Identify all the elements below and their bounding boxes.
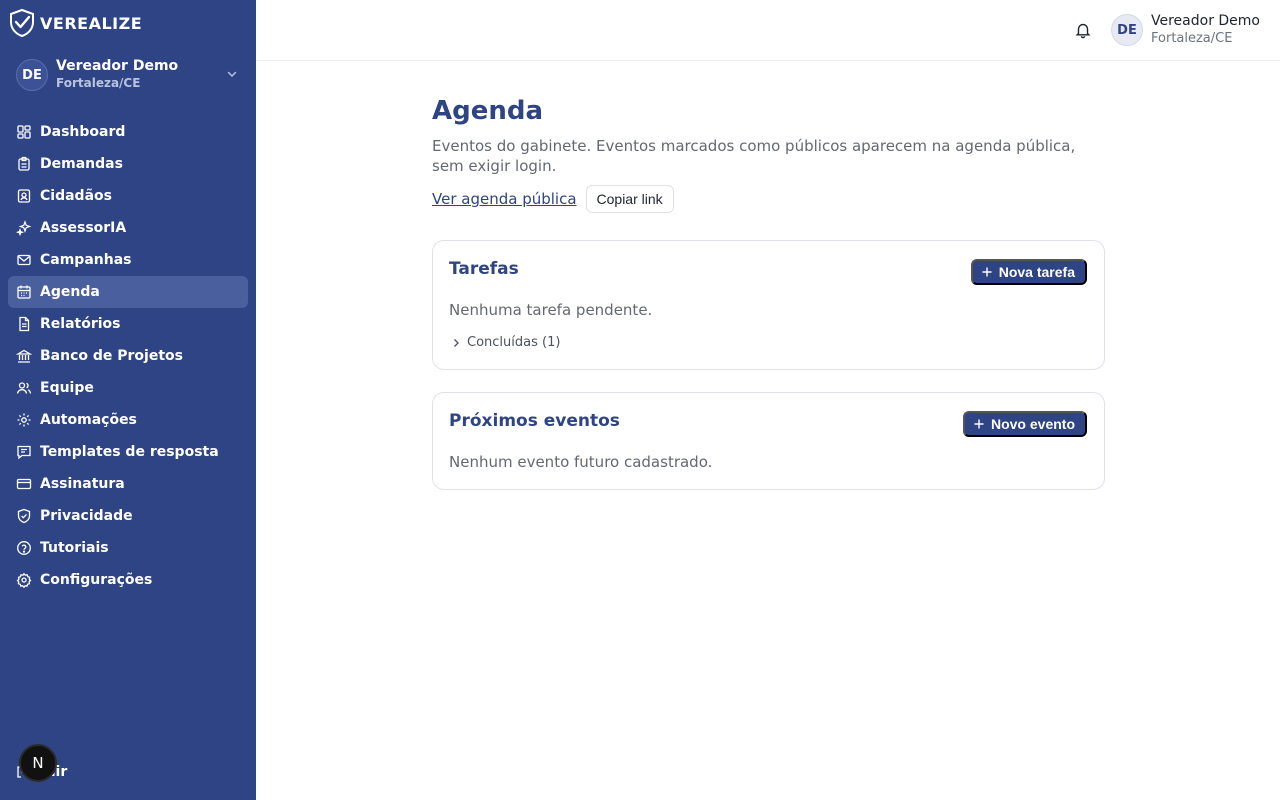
clipboard-icon xyxy=(18,156,30,171)
avatar[interactable]: DE xyxy=(1111,14,1143,46)
plus-icon xyxy=(974,419,984,429)
header-user-info[interactable]: Vereador Demo Fortaleza/CE xyxy=(1151,12,1260,48)
plus-icon xyxy=(982,267,992,277)
events-card: Próximos eventos Novo evento Nenhum even… xyxy=(432,392,1105,490)
sidebar: VEREALIZE DE Vereador Demo Fortaleza/CE … xyxy=(0,0,256,800)
users-icon xyxy=(16,382,32,394)
sidebar-item-label: Privacidade xyxy=(40,508,133,524)
report-icon xyxy=(19,316,30,332)
completed-tasks-label: Concluídas (1) xyxy=(467,335,561,350)
page-title: Agenda xyxy=(432,96,544,126)
sidebar-nav: Dashboard Demandas Cidadãos AssessorIA C… xyxy=(8,116,248,596)
account-text: Vereador Demo Fortaleza/CE xyxy=(56,58,178,92)
sidebar-item-templates-de-resposta[interactable]: Templates de resposta xyxy=(8,436,248,468)
sidebar-item-label: Configurações xyxy=(40,572,153,588)
copy-link-button[interactable]: Copiar link xyxy=(585,185,674,213)
bell-icon[interactable] xyxy=(1074,21,1092,39)
sidebar-item-label: Demandas xyxy=(40,156,123,172)
sidebar-item-privacidade[interactable]: Privacidade xyxy=(8,500,248,532)
settings-icon xyxy=(16,572,32,588)
new-event-label: Novo evento xyxy=(990,416,1075,432)
page-description: Eventos do gabinete. Eventos marcados co… xyxy=(432,137,1076,175)
account-name: Vereador Demo xyxy=(56,58,179,74)
sidebar-item-label: Cidadãos xyxy=(40,188,112,204)
sparkles-icon xyxy=(16,220,32,236)
sidebar-item-label: Assinatura xyxy=(40,476,125,492)
brand-shield-icon xyxy=(10,8,34,38)
sidebar-item-label: Templates de resposta xyxy=(40,444,219,460)
tasks-title: Tarefas xyxy=(449,259,519,279)
sidebar-item-label: AssessorIA xyxy=(40,220,127,236)
cog-icon xyxy=(17,413,31,427)
message-icon xyxy=(17,445,31,460)
sidebar-item-campanhas[interactable]: Campanhas xyxy=(8,244,248,276)
sidebar-item-label: Relatórios xyxy=(40,316,121,332)
account-switcher[interactable]: DE Vereador Demo Fortaleza/CE xyxy=(16,56,244,94)
sidebar-item-dashboard[interactable]: Dashboard xyxy=(8,116,248,148)
sidebar-item-cidadaos[interactable]: Cidadãos xyxy=(8,180,248,212)
sidebar-item-banco-de-projetos[interactable]: Banco de Projetos xyxy=(8,340,248,372)
sidebar-item-configuracoes[interactable]: Configurações xyxy=(8,564,248,596)
brand-name: VEREALIZE xyxy=(40,13,143,33)
events-empty-message: Nenhum evento futuro cadastrado. xyxy=(449,453,713,471)
public-agenda-link[interactable]: Ver agenda pública xyxy=(432,190,577,208)
sidebar-item-relatorios[interactable]: Relatórios xyxy=(8,308,248,340)
bank-icon xyxy=(16,349,32,363)
new-task-button[interactable]: Nova tarefa xyxy=(970,259,1087,285)
app-root: VEREALIZE DE Vereador Demo Fortaleza/CE … xyxy=(0,0,1280,800)
sidebar-item-demandas[interactable]: Demandas xyxy=(8,148,248,180)
top-header: DE Vereador Demo Fortaleza/CE xyxy=(256,0,1280,61)
sidebar-item-label: Automações xyxy=(40,412,137,428)
events-title: Próximos eventos xyxy=(449,411,620,431)
sidebar-item-label: Agenda xyxy=(40,284,100,300)
account-city: Fortaleza/CE xyxy=(56,76,141,90)
tasks-card: Tarefas Nova tarefa Nenhuma tarefa pende… xyxy=(432,240,1105,370)
sidebar-item-label: Equipe xyxy=(40,380,94,396)
sidebar-item-tutoriais[interactable]: Tutoriais xyxy=(8,532,248,564)
help-circle-icon xyxy=(17,541,31,555)
header-user-city: Fortaleza/CE xyxy=(1151,31,1233,46)
chevron-right-icon xyxy=(454,338,459,347)
shield-icon xyxy=(17,508,31,524)
main-content: Agenda Eventos do gabinete. Eventos marc… xyxy=(432,96,1105,490)
agenda-links: Ver agenda pública Copiar link xyxy=(432,185,1105,213)
mail-icon xyxy=(17,254,31,266)
chevron-down-icon xyxy=(227,71,237,78)
sidebar-item-label: Banco de Projetos xyxy=(40,348,183,364)
sidebar-item-automacoes[interactable]: Automações xyxy=(8,404,248,436)
sidebar-item-label: Campanhas xyxy=(40,252,132,268)
new-event-button[interactable]: Novo evento xyxy=(962,411,1087,437)
completed-tasks-toggle[interactable]: Concluídas (1) xyxy=(451,335,560,350)
calendar-icon xyxy=(17,285,31,299)
dev-tools-badge[interactable]: N xyxy=(19,744,57,782)
sidebar-item-label: Tutoriais xyxy=(40,540,109,556)
sidebar-item-assessoria[interactable]: AssessorIA xyxy=(8,212,248,244)
contact-card-icon xyxy=(17,189,31,203)
sidebar-item-label: Dashboard xyxy=(40,124,126,140)
brand-logo[interactable]: VEREALIZE xyxy=(8,8,142,38)
sidebar-item-agenda[interactable]: Agenda xyxy=(8,276,248,308)
sidebar-item-assinatura[interactable]: Assinatura xyxy=(8,468,248,500)
tasks-empty-message: Nenhuma tarefa pendente. xyxy=(449,301,653,319)
header-user-name: Vereador Demo xyxy=(1151,13,1260,29)
credit-card-icon xyxy=(16,478,32,490)
avatar: DE xyxy=(16,59,48,91)
sidebar-item-equipe[interactable]: Equipe xyxy=(8,372,248,404)
new-task-label: Nova tarefa xyxy=(998,264,1075,280)
dashboard-icon xyxy=(17,125,31,139)
